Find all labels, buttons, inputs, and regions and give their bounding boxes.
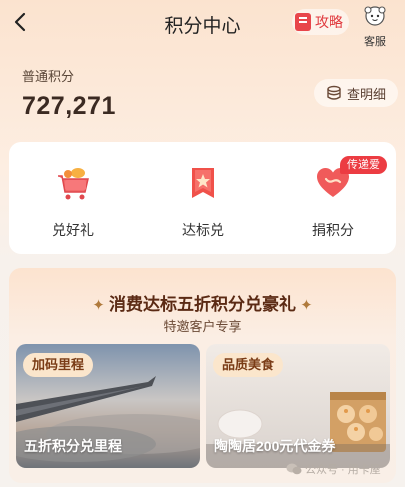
donate-points-button[interactable]: 捐积分	[293, 164, 373, 240]
offer-caption-mileage: 五折积分兑里程	[24, 438, 122, 454]
points-detail-button[interactable]: 查明细	[314, 79, 398, 107]
sparkle-right-icon: ✦	[296, 297, 313, 314]
quick-actions-card: 兑好礼 达标兑 捐积分 传递爱	[9, 142, 396, 254]
promo-title: 消费达标五折积分兑豪礼	[109, 295, 296, 314]
service-label: 客服	[364, 36, 386, 48]
points-value: 727,271	[22, 92, 116, 120]
offer-tag-food: 品质美食	[213, 353, 284, 377]
guide-label: 攻略	[315, 14, 343, 30]
book-icon	[295, 13, 311, 31]
target-redeem-button[interactable]: 达标兑	[163, 164, 243, 240]
wechat-icon	[286, 463, 302, 475]
promo-title-row: ✦ 消费达标五折积分兑豪礼 ✦	[9, 290, 396, 315]
donate-badge: 传递爱	[340, 156, 387, 174]
points-label: 普通积分	[22, 69, 75, 84]
watermark-text: 公众号 · 用卡屋	[305, 464, 381, 476]
sparkle-left-icon: ✦	[92, 297, 109, 314]
donate-points-label: 捐积分	[312, 222, 354, 238]
redeem-gift-label: 兑好礼	[52, 222, 94, 238]
top-bar: 积分中心 攻略 客服	[0, 0, 405, 48]
offer-tag-mileage: 加码里程	[23, 353, 94, 377]
guide-button[interactable]: 攻略	[292, 9, 349, 35]
points-detail-label: 查明细	[347, 86, 387, 102]
watermark: 公众号 · 用卡屋	[286, 461, 381, 477]
target-redeem-label: 达标兑	[182, 222, 224, 238]
star-bookmark-icon	[192, 168, 214, 198]
offer-card-food[interactable]: 品质美食 陶陶居200元代金券	[206, 344, 390, 468]
customer-service-button[interactable]: 客服	[357, 4, 393, 48]
service-avatar-icon	[364, 6, 386, 26]
promo-subtitle: 特邀客户专享	[163, 319, 242, 334]
gift-cart-icon	[58, 168, 89, 200]
promo-card: ✦ 消费达标五折积分兑豪礼 ✦ 特邀客户专享 加码里程 五折积分兑里程 品质美食…	[9, 268, 396, 483]
redeem-gift-button[interactable]: 兑好礼	[33, 164, 113, 240]
offer-card-mileage[interactable]: 加码里程 五折积分兑里程	[16, 344, 200, 468]
coins-icon	[327, 85, 341, 100]
offer-caption-food: 陶陶居200元代金券	[214, 438, 336, 454]
